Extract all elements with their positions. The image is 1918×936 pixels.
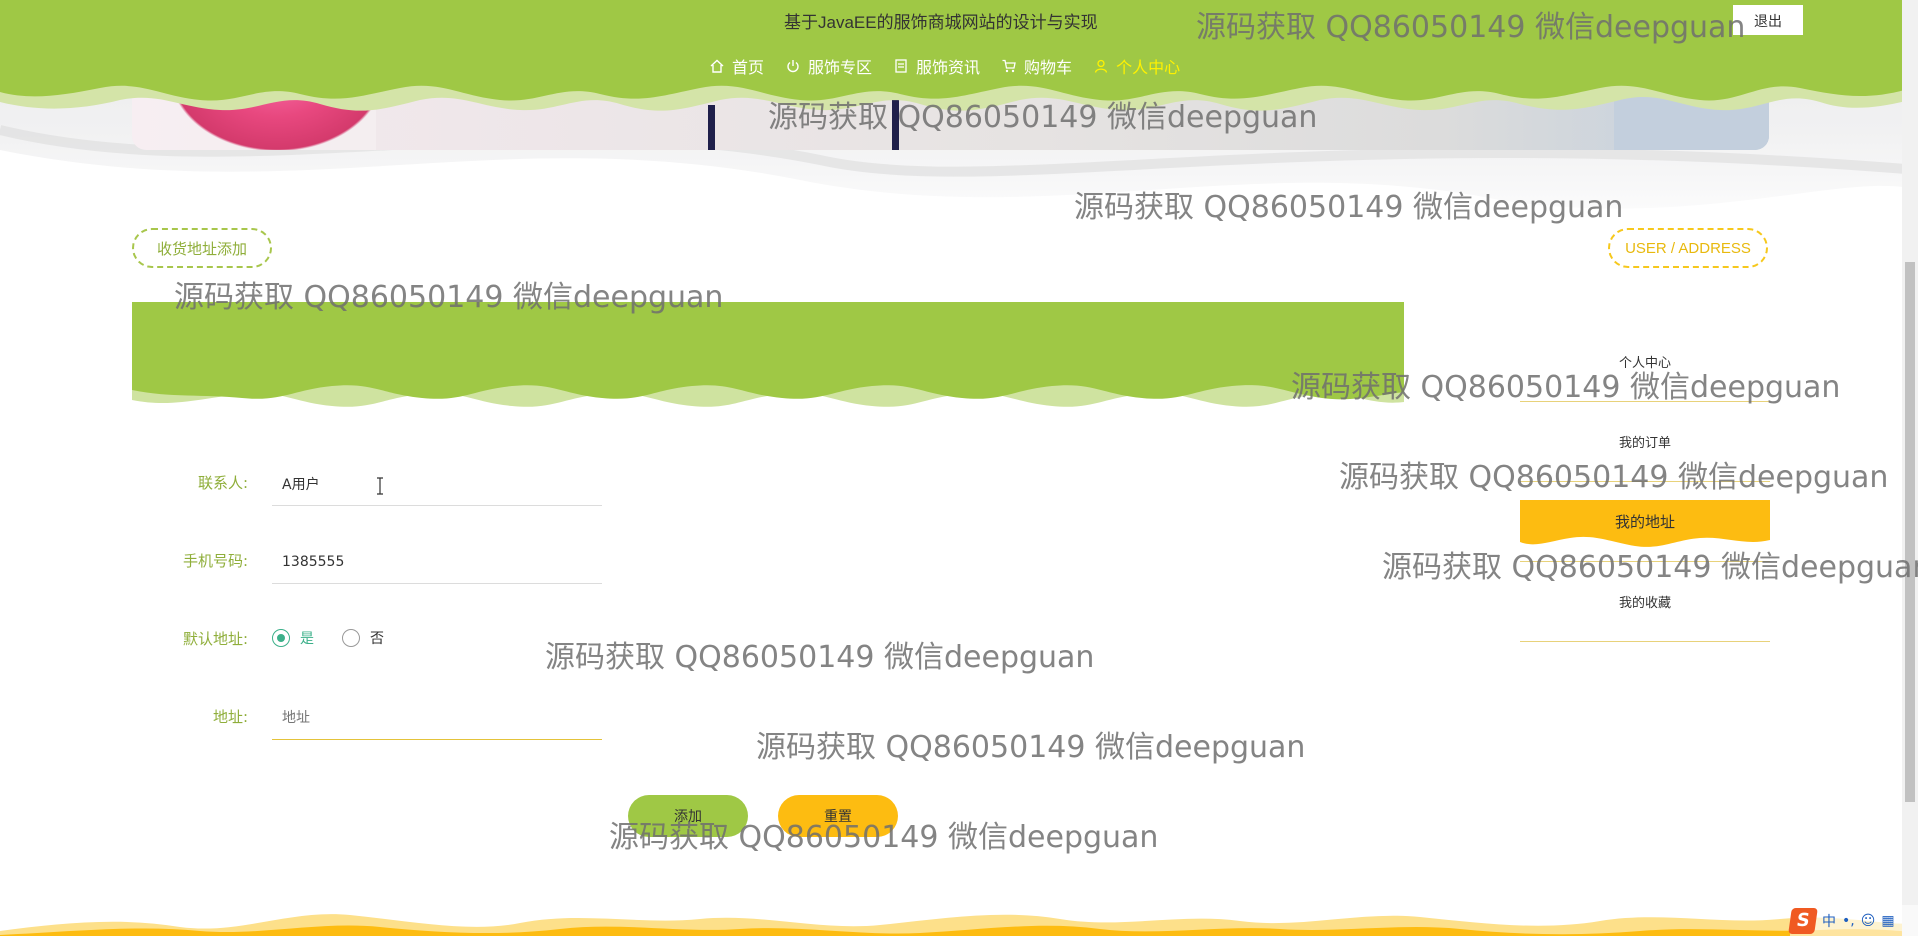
power-icon xyxy=(786,59,800,73)
footer-wave-decoration xyxy=(0,914,1918,936)
radio-default-yes[interactable]: 是 xyxy=(272,628,314,648)
document-icon xyxy=(894,59,908,73)
sogou-ime-icon[interactable]: S xyxy=(1788,907,1818,934)
radio-label: 是 xyxy=(300,631,314,647)
home-icon xyxy=(710,59,724,73)
radio-circle xyxy=(342,629,360,647)
logout-button[interactable]: 退出 xyxy=(1733,5,1803,35)
vertical-scrollbar[interactable] xyxy=(1902,0,1918,936)
section-title-address-add: 收货地址添加 xyxy=(132,228,272,268)
ime-language-indicator[interactable]: 中 xyxy=(1822,911,1836,931)
nav-item-label: 服饰资讯 xyxy=(916,58,981,77)
form-row-phone: 手机号码: xyxy=(132,540,612,590)
radio-default-no[interactable]: 否 xyxy=(342,628,384,648)
scrollbar-thumb[interactable] xyxy=(1905,262,1915,802)
default-address-label: 默认地址: xyxy=(182,630,248,648)
nav-item-label: 个人中心 xyxy=(1116,58,1181,77)
user-icon xyxy=(1094,59,1108,73)
nav-item-home[interactable]: 首页 xyxy=(710,54,764,78)
text-cursor-icon xyxy=(377,477,383,495)
address-label: 地址: xyxy=(212,708,248,726)
reset-button[interactable]: 重置 xyxy=(778,795,898,837)
nav-item-label: 首页 xyxy=(732,58,765,77)
default-address-radio-group: 是 否 xyxy=(272,628,412,648)
contact-label: 联系人: xyxy=(197,474,248,492)
cart-icon xyxy=(1002,59,1016,73)
green-wave-box xyxy=(132,302,1404,407)
section-title-user-address: USER / ADDRESS xyxy=(1608,228,1768,268)
side-item-my-orders[interactable]: 我的订单 xyxy=(1520,402,1770,482)
watermark-text: 源码获取 QQ86050149 微信deepguan xyxy=(545,640,1095,675)
top-header: 基于JavaEE的服饰商城网站的设计与实现 退出 首页 服饰专区 服饰资讯 购物… xyxy=(0,0,1918,120)
site-title: 基于JavaEE的服饰商城网站的设计与实现 xyxy=(784,13,1098,32)
main-nav: 首页 服饰专区 服饰资讯 购物车 个人中心 xyxy=(710,54,1202,78)
side-item-label: 我的收藏 xyxy=(1618,596,1671,611)
keyboard-icon[interactable]: ▦ xyxy=(1881,913,1894,929)
contact-input[interactable] xyxy=(272,462,602,506)
radio-label: 否 xyxy=(370,631,384,647)
side-item-label: 我的订单 xyxy=(1618,436,1671,451)
address-input[interactable] xyxy=(272,696,602,740)
nav-item-cart[interactable]: 购物车 xyxy=(1002,54,1072,78)
ime-tray: S 中 •, ☺ ▦ xyxy=(1788,905,1918,936)
form-row-address: 地址: xyxy=(132,696,612,746)
radio-circle xyxy=(272,629,290,647)
emoji-icon[interactable]: ☺ xyxy=(1861,913,1876,929)
nav-item-news[interactable]: 服饰资讯 xyxy=(894,54,980,78)
phone-label: 手机号码: xyxy=(182,552,248,570)
nav-item-personal-center[interactable]: 个人中心 xyxy=(1094,54,1180,78)
user-side-menu: 个人中心 我的订单 我的地址 我的收藏 xyxy=(1520,322,1770,642)
side-item-label: 个人中心 xyxy=(1618,356,1671,371)
side-item-label: 我的地址 xyxy=(1614,513,1675,531)
add-button[interactable]: 添加 xyxy=(628,795,748,837)
nav-item-clothing[interactable]: 服饰专区 xyxy=(786,54,872,78)
side-item-personal-center[interactable]: 个人中心 xyxy=(1520,322,1770,402)
form-row-default: 默认地址: 是 否 xyxy=(132,622,612,672)
watermark-text: 源码获取 QQ86050149 微信deepguan xyxy=(756,730,1306,765)
form-row-contact: 联系人: xyxy=(132,462,612,512)
side-item-my-address[interactable]: 我的地址 xyxy=(1520,482,1770,562)
side-item-my-favorites[interactable]: 我的收藏 xyxy=(1520,562,1770,642)
nav-item-label: 服饰专区 xyxy=(808,58,873,77)
punctuation-icon[interactable]: •, xyxy=(1842,913,1855,929)
phone-input[interactable] xyxy=(272,540,602,584)
nav-item-label: 购物车 xyxy=(1024,58,1073,77)
